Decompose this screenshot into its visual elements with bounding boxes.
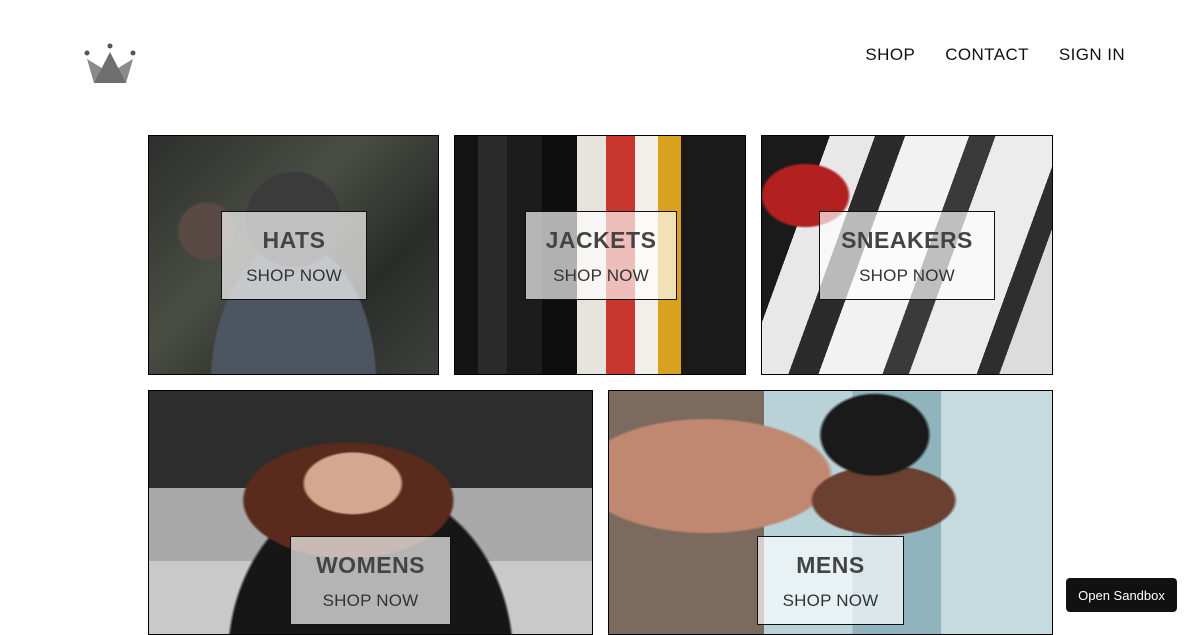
sneakers-shop-now: SHOP NOW bbox=[859, 265, 955, 285]
nav-menu: SHOP CONTACT SIGN IN bbox=[865, 45, 1125, 65]
mens-label-box: MENS SHOP NOW bbox=[757, 536, 904, 625]
crown-logo-icon[interactable] bbox=[84, 43, 136, 85]
sneakers-title: SNEAKERS bbox=[841, 226, 973, 253]
mens-title: MENS bbox=[796, 551, 865, 578]
jackets-shop-now: SHOP NOW bbox=[553, 265, 649, 285]
header: SHOP CONTACT SIGN IN bbox=[0, 0, 1200, 110]
menu-item-sneakers[interactable]: SNEAKERS SHOP NOW bbox=[761, 135, 1053, 375]
mens-shop-now: SHOP NOW bbox=[782, 590, 879, 610]
jackets-title: JACKETS bbox=[545, 226, 657, 253]
sneakers-label-box: SNEAKERS SHOP NOW bbox=[819, 211, 995, 300]
hats-shop-now: SHOP NOW bbox=[246, 265, 342, 285]
womens-title: WOMENS bbox=[315, 551, 426, 578]
nav-sign-in-link[interactable]: SIGN IN bbox=[1059, 45, 1125, 65]
hats-title: HATS bbox=[262, 226, 326, 253]
nav-shop-link[interactable]: SHOP bbox=[865, 45, 915, 65]
menu-item-mens[interactable]: MENS SHOP NOW bbox=[608, 390, 1053, 635]
menu-item-womens[interactable]: WOMENS SHOP NOW bbox=[148, 390, 593, 635]
womens-shop-now: SHOP NOW bbox=[322, 590, 419, 610]
jackets-label-box: JACKETS SHOP NOW bbox=[525, 211, 677, 300]
nav-contact-link[interactable]: CONTACT bbox=[945, 45, 1029, 65]
open-sandbox-button[interactable]: Open Sandbox bbox=[1066, 578, 1177, 612]
menu-item-jackets[interactable]: JACKETS SHOP NOW bbox=[454, 135, 746, 375]
womens-label-box: WOMENS SHOP NOW bbox=[290, 536, 451, 625]
hats-label-box: HATS SHOP NOW bbox=[221, 211, 367, 300]
menu-item-hats[interactable]: HATS SHOP NOW bbox=[148, 135, 439, 375]
